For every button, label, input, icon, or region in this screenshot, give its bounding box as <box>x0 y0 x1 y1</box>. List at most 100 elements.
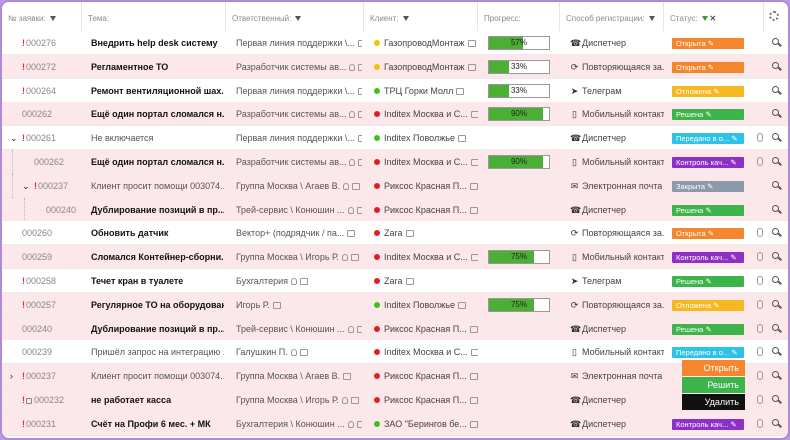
ticket-topic[interactable]: Ещё один портал сломался н... <box>91 102 224 126</box>
filter-icon[interactable] <box>295 16 302 21</box>
table-row[interactable]: !000272 Регламентное ТО Разработчик систем… <box>2 54 788 79</box>
ticket-responsible[interactable]: Игорь Р. <box>236 293 362 317</box>
ticket-topic[interactable]: не работает касса <box>91 388 224 412</box>
edit-icon[interactable] <box>469 373 478 381</box>
edit-icon[interactable] <box>347 230 356 238</box>
edit-icon[interactable] <box>469 206 478 214</box>
edit-icon[interactable] <box>299 278 308 285</box>
table-row[interactable]: ⌄ !000261 Не включается Первая линия поддер… <box>2 126 788 151</box>
edit-icon[interactable] <box>470 254 478 262</box>
ticket-client[interactable]: Риксос Красная П... <box>374 364 478 388</box>
search-icon[interactable] <box>772 133 779 141</box>
status-badge[interactable]: Контроль кач... ✎ <box>672 418 744 430</box>
ticket-responsible[interactable]: Трей-сервис \ Конюшин ... <box>236 198 362 222</box>
attachment-icon[interactable] <box>757 133 763 143</box>
status-badge[interactable]: Передано в о... ✎ <box>672 133 744 145</box>
status-badge[interactable]: Закрыта ✎ <box>672 180 744 192</box>
table-row[interactable]: 000259 Сломался Контейнер-сборни... Группа… <box>2 245 788 270</box>
search-icon[interactable] <box>772 418 779 426</box>
ticket-client[interactable]: Риксос Красная П... <box>374 174 478 198</box>
column-header-progress[interactable]: Прогресс: <box>478 2 560 32</box>
edit-icon[interactable] <box>350 397 359 404</box>
table-row[interactable]: 000239 Пришёл запрос на интеграцию ... Гал… <box>2 340 788 365</box>
ticket-client[interactable]: Inditex Москва и С... <box>374 102 478 126</box>
edit-icon[interactable] <box>469 182 478 190</box>
filter-icon[interactable] <box>648 16 655 21</box>
table-row[interactable]: 000262 Ещё один портал сломался н... Разра… <box>2 102 788 127</box>
search-icon[interactable] <box>772 276 779 283</box>
ticket-topic[interactable]: Регулярное ТО на оборудован... <box>91 293 224 317</box>
ticket-client[interactable]: Inditex Москва и С... <box>374 150 478 174</box>
ticket-topic[interactable]: Клиент просит помощи 003074... <box>91 364 224 388</box>
status-badge[interactable]: Открыта ✎ <box>672 228 744 240</box>
column-header-topic[interactable]: Тема: <box>82 2 226 32</box>
ticket-topic[interactable]: Не включается <box>91 126 224 150</box>
ticket-client[interactable]: Inditex Москва и С... <box>374 245 478 269</box>
status-badge[interactable]: Отложена ✎ <box>672 299 744 311</box>
status-badge[interactable]: Решена ✎ <box>672 323 744 335</box>
edit-icon[interactable] <box>272 301 281 309</box>
ticket-responsible[interactable]: Группа Москва \ Агаев В. <box>236 174 362 198</box>
ticket-topic[interactable]: Внедрить help desk систему <box>91 31 224 55</box>
attachment-icon[interactable] <box>757 299 763 309</box>
ticket-number[interactable]: 000260 <box>22 221 82 245</box>
status-badge[interactable]: Решена ✎ <box>672 276 744 287</box>
attachment-icon[interactable] <box>757 228 763 238</box>
search-icon[interactable] <box>772 109 779 117</box>
edit-icon[interactable] <box>358 63 362 71</box>
ticket-client[interactable]: Inditex Поволжье <box>374 293 478 317</box>
table-row[interactable]: 000240 Дублирование позиций в пр... Трей-с… <box>2 316 788 341</box>
chevron-right-icon[interactable]: › <box>10 364 20 388</box>
ticket-number[interactable]: ! 000232 <box>22 388 82 412</box>
table-row[interactable]: !000264 Ремонт вентиляционной шах... Перва… <box>2 78 788 103</box>
column-header-number[interactable]: № заявки: <box>2 2 82 32</box>
attachment-icon[interactable] <box>757 157 763 166</box>
ticket-responsible[interactable]: Бухгалтерия <box>236 269 362 293</box>
attachment-icon[interactable] <box>757 371 763 381</box>
status-badge[interactable]: Открыта ✎ <box>672 61 744 73</box>
search-icon[interactable] <box>772 38 779 45</box>
ticket-topic[interactable]: Обновить датчик <box>91 221 224 245</box>
ticket-number[interactable]: !000258 <box>22 269 82 293</box>
edit-icon[interactable] <box>470 159 478 166</box>
ticket-responsible[interactable]: Разработчик системы ав... <box>236 150 362 174</box>
ticket-topic[interactable]: Счёт на Профи 6 мес. + МК <box>91 412 224 436</box>
ticket-number[interactable]: 000262 <box>22 102 82 126</box>
ticket-number[interactable]: !000237 <box>34 174 94 198</box>
ticket-client[interactable]: Zara <box>374 269 478 293</box>
status-badge[interactable]: Решена ✎ <box>672 204 744 216</box>
chevron-down-icon[interactable]: ⌄ <box>10 126 20 150</box>
attachment-icon[interactable] <box>757 276 763 285</box>
clear-filter-icon[interactable]: ✕ <box>710 14 717 23</box>
search-icon[interactable] <box>772 323 779 331</box>
attachment-icon[interactable] <box>757 252 763 262</box>
ticket-client[interactable]: Zara <box>374 221 478 245</box>
ticket-client[interactable]: Inditex Москва и С... <box>374 340 478 364</box>
status-badge[interactable]: Передано в о... ✎ <box>672 347 744 359</box>
ticket-responsible[interactable]: Группа Москва \ Агаев В. <box>236 364 362 388</box>
ticket-responsible[interactable]: Галушкин П. <box>236 340 362 364</box>
ticket-topic[interactable]: Сломался Контейнер-сборни... <box>91 245 224 269</box>
ticket-topic[interactable]: Пришёл запрос на интеграцию ... <box>91 340 224 364</box>
ticket-responsible[interactable]: Разработчик системы ав... <box>236 102 362 126</box>
edit-icon[interactable] <box>356 420 362 428</box>
ticket-topic[interactable]: Течет кран в туалете <box>91 269 224 293</box>
table-row[interactable]: 000240 Дублирование позиций в пр... Трей-с… <box>2 197 788 222</box>
status-badge[interactable]: Открыта ✎ <box>672 38 744 49</box>
search-icon[interactable] <box>772 347 779 355</box>
edit-icon[interactable] <box>343 373 352 381</box>
edit-icon[interactable] <box>470 111 478 119</box>
menu-item-delete[interactable]: Удалить <box>682 394 745 410</box>
ticket-topic[interactable]: Дублирование позиций в пр... <box>91 317 224 341</box>
search-icon[interactable] <box>772 228 779 236</box>
menu-item-solve[interactable]: Решить <box>682 377 745 393</box>
edit-icon[interactable] <box>456 87 465 95</box>
search-icon[interactable] <box>772 157 779 164</box>
table-row[interactable]: › !000237 Клиент просит помощи 003074... Гр… <box>2 364 788 389</box>
ticket-topic[interactable]: Ещё один портал сломался н... <box>91 150 224 174</box>
status-badge[interactable]: Решена ✎ <box>672 109 744 121</box>
column-header-status[interactable]: Статус: ✕ <box>664 2 764 32</box>
ticket-client[interactable]: Риксос Красная П... <box>374 198 478 222</box>
edit-icon[interactable] <box>357 87 362 95</box>
status-badge[interactable]: Отложена ✎ <box>672 85 744 97</box>
